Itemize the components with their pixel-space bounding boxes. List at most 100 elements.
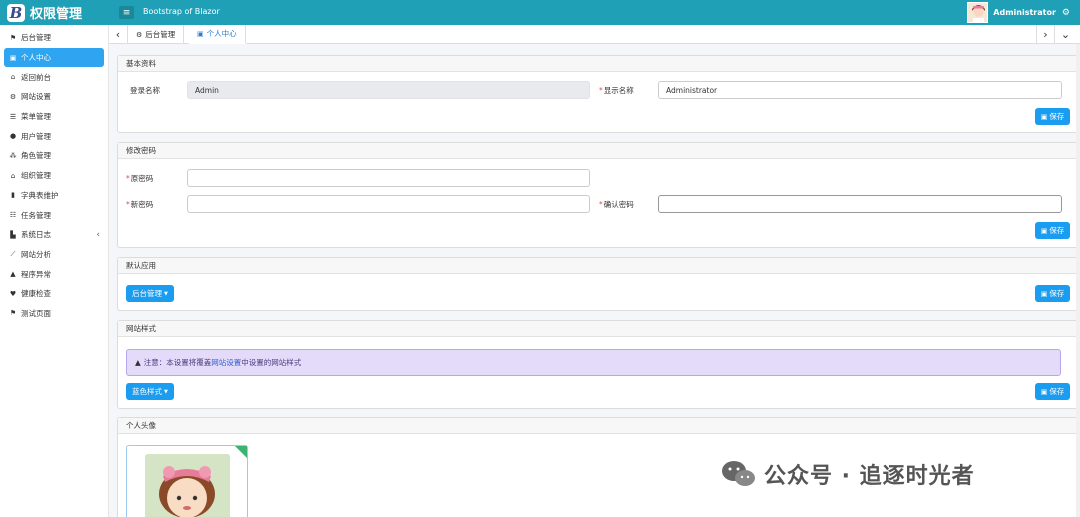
default-app-dropdown[interactable]: 后台管理 ▼ (126, 285, 174, 302)
sidebar-item-health[interactable]: ♥ 健康检查 (4, 284, 104, 304)
sidebar-item-users[interactable]: ● 用户管理 (4, 126, 104, 146)
user-name: Administrator (993, 8, 1056, 17)
sidebar-item-label: 返回前台 (21, 72, 51, 82)
site-style-card: 网站样式 ▲ 注意：本设置将覆盖 网站设置 中设置的网站样式 蓝色样式 ▼ ▣ 保存 (117, 320, 1079, 409)
user-menu[interactable]: Administrator ⚙ (967, 2, 1070, 23)
header-subtitle: Bootstrap of Blazor (143, 7, 220, 16)
sidebar-item-tasks[interactable]: ☷ 任务管理 (4, 205, 104, 225)
sidebar-item-label: 个人中心 (21, 53, 51, 63)
gears-icon[interactable]: ⚙ (1062, 8, 1070, 18)
warning-icon: ▲ (10, 270, 16, 279)
chart-bar-icon: ▙ (10, 230, 16, 239)
site-style-alert: ▲ 注意：本设置将覆盖 网站设置 中设置的网站样式 (126, 349, 1061, 376)
tab-label: 后台管理 (145, 30, 176, 39)
hamburger-icon[interactable]: ≡ (119, 6, 134, 19)
top-header: B 权限管理 ≡ Bootstrap of Blazor Administrat… (0, 0, 1080, 25)
user-cog-icon: ● (9, 132, 17, 141)
sidebar-item-label: 角色管理 (21, 151, 51, 161)
users-icon: ⁂ (9, 151, 17, 160)
book-icon: ▮ (11, 191, 15, 200)
sidebar: ⚑ 后台管理 ▣ 个人中心 ⌂ 返回前台 ⚙ 网站设置 ☰ 菜单管理 ● 用户管理 ⁂ 角色管… (0, 25, 109, 517)
sidebar-item-label: 健康检查 (21, 289, 51, 299)
sidebar-item-label: 系统日志 (21, 230, 51, 240)
old-password-field[interactable] (187, 169, 590, 187)
heartbeat-icon: ♥ (9, 289, 17, 298)
sidebar-item-label: 菜单管理 (21, 112, 51, 122)
gear-icon: ⚙ (136, 30, 143, 39)
briefcase-icon: ▣ (197, 29, 204, 38)
sidebar-item-label: 程序异常 (21, 269, 51, 279)
save-icon: ▣ (1040, 112, 1048, 121)
login-name-label: 登录名称 (130, 86, 160, 95)
basic-info-card: 基本资料 登录名称 Admin *显示名称 Administrator ▣ 保存 (117, 55, 1079, 133)
display-name-field[interactable]: Administrator (658, 81, 1062, 99)
tab-dropdown-button[interactable]: ⌄ (1056, 25, 1075, 44)
password-card: 修改密码 *原密码 *新密码 *确认密码 ▣ 保存 (117, 142, 1079, 248)
sidebar-item-exceptions[interactable]: ▲ 程序异常 (4, 264, 104, 284)
tab-backend[interactable]: ⚙ 后台管理 (128, 25, 185, 44)
sidebar-item-logs[interactable]: ▙ 系统日志 ‹ (4, 225, 104, 245)
sidebar-item-label: 用户管理 (21, 131, 51, 141)
brand-logo: B (7, 3, 25, 22)
tab-next-button[interactable]: › (1036, 25, 1055, 44)
avatar-item[interactable] (126, 445, 248, 517)
sidebar-item-roles[interactable]: ⁂ 角色管理 (4, 146, 104, 166)
caret-down-icon: ▼ (164, 388, 168, 395)
home-icon: ⌂ (10, 73, 16, 82)
card-title: 默认应用 (118, 258, 1078, 274)
alert-prefix: 注意：本设置将覆盖 (143, 358, 212, 367)
new-password-field[interactable] (187, 195, 590, 213)
sidebar-item-test[interactable]: ⚑ 测试页面 (4, 304, 104, 324)
card-title: 网站样式 (118, 321, 1078, 337)
card-title: 个人头像 (118, 418, 1078, 434)
tab-profile[interactable]: ▣ 个人中心 (189, 25, 246, 44)
avatar-image (145, 454, 230, 517)
sidebar-item-orgs[interactable]: ⌂ 组织管理 (4, 166, 104, 186)
scrollbar[interactable] (1076, 44, 1080, 517)
save-site-style-button[interactable]: ▣ 保存 (1035, 383, 1070, 400)
watermark: 公众号 · 追逐时光者 (720, 458, 975, 490)
site-settings-link[interactable]: 网站设置 (211, 357, 241, 368)
save-default-app-button[interactable]: ▣ 保存 (1035, 285, 1070, 302)
sidebar-item-site-settings[interactable]: ⚙ 网站设置 (4, 87, 104, 107)
sidebar-item-backend[interactable]: ⚑ 后台管理 (4, 28, 104, 48)
sidebar-item-dict[interactable]: ▮ 字典表维护 (4, 186, 104, 206)
check-icon (235, 446, 247, 458)
confirm-password-field[interactable] (658, 195, 1062, 213)
list-icon: ☰ (9, 112, 17, 121)
card-title: 修改密码 (118, 143, 1078, 159)
sitemap-icon: ⌂ (10, 171, 16, 180)
caret-down-icon: ▼ (164, 290, 168, 297)
warning-icon: ▲ (135, 358, 141, 367)
alert-suffix: 中设置的网站样式 (241, 358, 302, 367)
sidebar-item-label: 组织管理 (21, 171, 51, 181)
gear-icon: ⚙ (9, 92, 17, 101)
user-avatar (967, 2, 989, 23)
sidebar-item-label: 后台管理 (21, 33, 51, 43)
sidebar-item-label: 网站分析 (21, 249, 51, 259)
save-basic-button[interactable]: ▣ 保存 (1035, 108, 1070, 125)
wechat-icon (722, 461, 755, 486)
chart-line-icon: ⟋ (10, 249, 16, 258)
flag-icon: ⚑ (9, 33, 17, 42)
tasks-icon: ☷ (9, 211, 17, 220)
watermark-text: 公众号 · 追逐时光者 (764, 464, 975, 489)
sidebar-item-profile[interactable]: ▣ 个人中心 (4, 47, 104, 68)
confirm-password-label: *确认密码 (599, 200, 634, 209)
login-name-field: Admin (187, 81, 590, 99)
chevron-left-icon[interactable]: ‹ (96, 230, 100, 240)
sidebar-item-frontend[interactable]: ⌂ 返回前台 (4, 67, 104, 87)
sidebar-item-analytics[interactable]: ⟋ 网站分析 (4, 245, 104, 265)
tab-label: 个人中心 (206, 29, 237, 38)
save-icon: ▣ (1040, 289, 1048, 298)
display-name-label: *显示名称 (599, 86, 634, 95)
brand[interactable]: B 权限管理 (0, 0, 109, 25)
save-password-button[interactable]: ▣ 保存 (1035, 222, 1070, 239)
sidebar-item-menus[interactable]: ☰ 菜单管理 (4, 107, 104, 127)
briefcase-icon: ▣ (9, 53, 17, 62)
save-icon: ▣ (1040, 387, 1048, 396)
tab-prev-button[interactable]: ‹ (109, 25, 128, 44)
card-title: 基本资料 (118, 56, 1078, 72)
site-style-dropdown[interactable]: 蓝色样式 ▼ (126, 383, 174, 400)
old-password-label: *原密码 (126, 174, 154, 183)
